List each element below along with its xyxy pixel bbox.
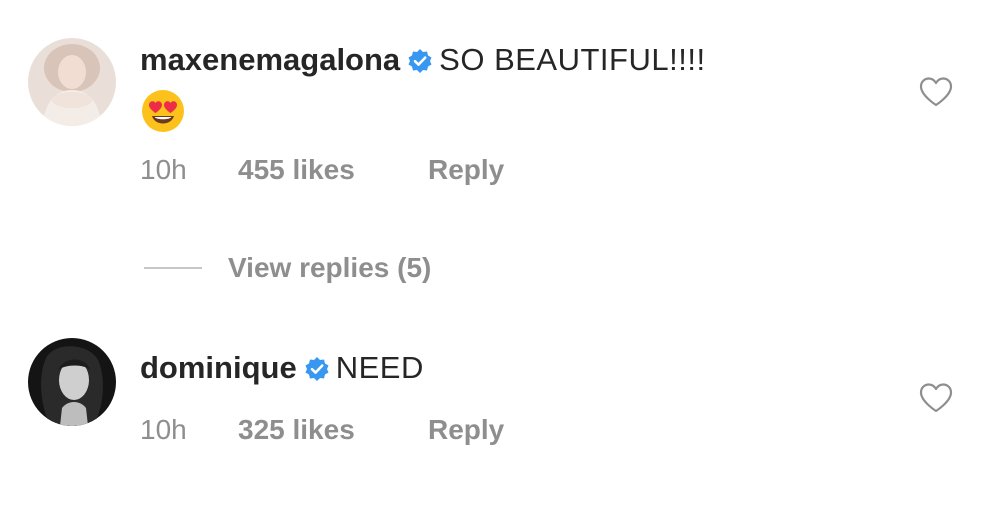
comment-likes-count[interactable]: 455 likes xyxy=(238,154,428,186)
heart-outline-icon[interactable] xyxy=(918,76,954,108)
heart-eyes-emoji-icon xyxy=(142,90,184,132)
comment-item: dominique NEED 10h 325 likes Reply xyxy=(0,330,1000,460)
avatar[interactable] xyxy=(28,38,116,126)
avatar[interactable] xyxy=(28,338,116,426)
comment-body: dominique NEED 10h 325 likes Reply xyxy=(140,346,890,446)
comment-timestamp: 10h xyxy=(140,414,187,445)
comment-likes-count[interactable]: 325 likes xyxy=(238,414,428,446)
verified-badge-icon xyxy=(407,42,433,86)
comment-text-line: maxenemagalona SO BEAUTIFUL!!!! xyxy=(140,38,890,86)
username[interactable]: maxenemagalona xyxy=(140,42,400,77)
view-replies-button[interactable]: View replies (5) xyxy=(144,248,431,288)
username[interactable]: dominique xyxy=(140,350,297,385)
comment-item: maxenemagalona SO BEAUTIFUL!!!! 10h 455 l… xyxy=(0,0,1000,200)
replies-divider xyxy=(144,267,202,269)
heart-outline-icon[interactable] xyxy=(918,382,954,414)
reply-button[interactable]: Reply xyxy=(428,414,504,446)
verified-badge-icon xyxy=(304,350,330,394)
comment-timestamp: 10h xyxy=(140,154,187,185)
view-replies-label: View replies (5) xyxy=(228,252,432,283)
comment-meta: 10h 455 likes Reply xyxy=(140,154,890,186)
comment-text: NEED xyxy=(335,350,424,385)
comment-meta: 10h 325 likes Reply xyxy=(140,414,890,446)
comment-body: maxenemagalona SO BEAUTIFUL!!!! 10h 455 l… xyxy=(140,38,890,186)
emoji-line xyxy=(140,88,890,134)
comment-text: SO BEAUTIFUL!!!! xyxy=(439,42,706,77)
comment-text-line: dominique NEED xyxy=(140,346,890,394)
reply-button[interactable]: Reply xyxy=(428,154,504,186)
